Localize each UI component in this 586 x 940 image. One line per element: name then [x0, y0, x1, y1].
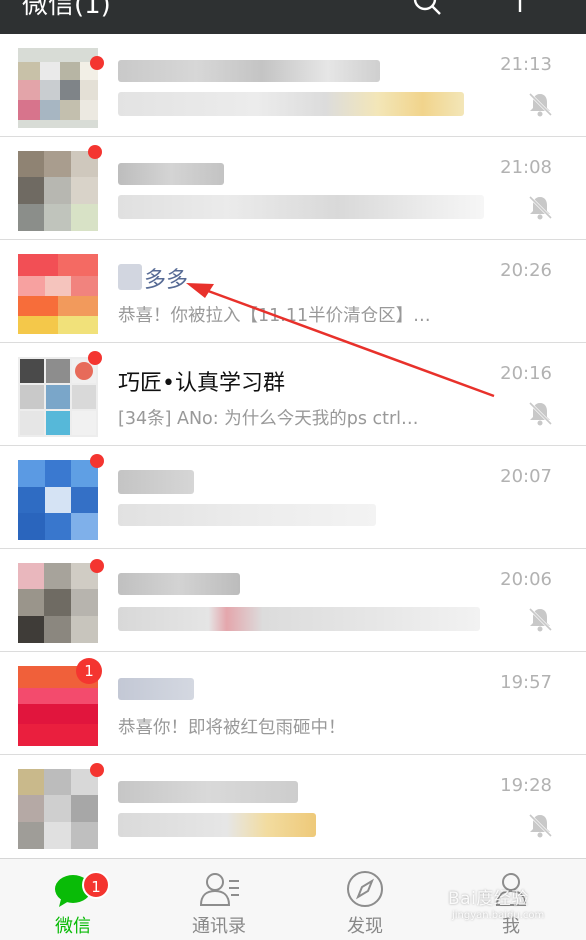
watermark-logo: Bai度经验 — [448, 889, 529, 909]
search-icon[interactable] — [412, 0, 442, 16]
tab-discover[interactable]: 发现 — [292, 859, 438, 940]
avatar: 1 — [18, 658, 102, 746]
chat-row[interactable]: 21:08 — [0, 137, 586, 240]
chat-time: 21:13 — [500, 54, 552, 75]
tab-contacts[interactable]: 通讯录 — [146, 859, 292, 940]
top-bar: 微信(1) — [0, 0, 586, 34]
watermark-url: jingyan.baidu.com — [452, 910, 545, 921]
blurred-message — [118, 195, 484, 219]
unread-dot — [90, 763, 104, 777]
unread-dot — [90, 559, 104, 573]
avatar — [18, 48, 104, 128]
chat-row[interactable]: 1 恭喜你！即将被红包雨砸中！ 19:57 — [0, 652, 586, 755]
blurred-message — [118, 607, 480, 631]
blurred-name — [118, 60, 380, 82]
blurred-message — [118, 813, 316, 837]
avatar — [18, 254, 98, 334]
chat-name: 巧匠•认真学习群 — [118, 371, 285, 396]
tab-wechat[interactable]: 1 微信 — [0, 859, 146, 940]
tab-badge: 1 — [82, 871, 110, 899]
tab-label: 微信 — [55, 916, 91, 937]
unread-badge: 1 — [76, 658, 102, 684]
tab-label: 通讯录 — [192, 916, 246, 937]
plus-icon[interactable] — [515, 0, 525, 12]
unread-dot — [88, 351, 102, 365]
blurred-message — [118, 504, 376, 526]
unread-dot — [88, 145, 102, 159]
avatar — [18, 559, 104, 643]
compass-icon — [347, 871, 383, 907]
chat-row[interactable]: 巧匠•认真学习群 [34条] ANo: 为什么今天我的ps ctrl… 20:1… — [0, 343, 586, 446]
chat-time: 19:28 — [500, 775, 552, 796]
contacts-icon — [199, 873, 239, 906]
chat-row[interactable]: 19:28 — [0, 755, 586, 858]
blurred-name — [118, 470, 194, 494]
mute-bell-icon — [528, 813, 553, 838]
chat-list: 21:13 21:08 多多 恭喜！你被拉入【11.11半价清仓区】… 20:2… — [0, 34, 586, 858]
mute-bell-icon — [528, 92, 553, 117]
avatar — [18, 145, 102, 231]
chat-time: 21:08 — [500, 157, 552, 178]
tab-label: 发现 — [347, 916, 383, 937]
chat-time: 20:16 — [500, 363, 552, 384]
chat-time: 19:57 — [500, 672, 552, 693]
chat-row[interactable]: 多多 恭喜！你被拉入【11.11半价清仓区】… 20:26 — [0, 240, 586, 343]
app-title: 微信(1) — [22, 0, 111, 20]
avatar — [18, 454, 104, 540]
blurred-name-prefix — [118, 264, 142, 290]
chat-row[interactable]: 21:13 — [0, 34, 586, 137]
avatar — [18, 763, 104, 849]
chat-name: 多多 — [144, 268, 189, 293]
chat-message: 恭喜！你被拉入【11.11半价清仓区】… — [118, 306, 431, 326]
blurred-name — [118, 781, 298, 803]
chat-row[interactable]: 20:07 — [0, 446, 586, 549]
chat-time: 20:26 — [500, 260, 552, 281]
mute-bell-icon — [528, 607, 553, 632]
blurred-message — [118, 92, 464, 116]
unread-dot — [90, 454, 104, 468]
mute-bell-icon — [528, 401, 553, 426]
chat-message: 恭喜你！即将被红包雨砸中！ — [118, 718, 346, 738]
chat-time: 20:07 — [500, 466, 552, 487]
chat-message: [34条] ANo: 为什么今天我的ps ctrl… — [118, 409, 419, 429]
mute-bell-icon — [528, 195, 553, 220]
unread-dot — [90, 56, 104, 70]
chat-row[interactable]: 20:06 — [0, 549, 586, 652]
avatar — [18, 351, 102, 437]
chat-time: 20:06 — [500, 569, 552, 590]
blurred-name — [118, 163, 224, 185]
blurred-name — [118, 678, 194, 700]
blurred-name — [118, 573, 240, 595]
